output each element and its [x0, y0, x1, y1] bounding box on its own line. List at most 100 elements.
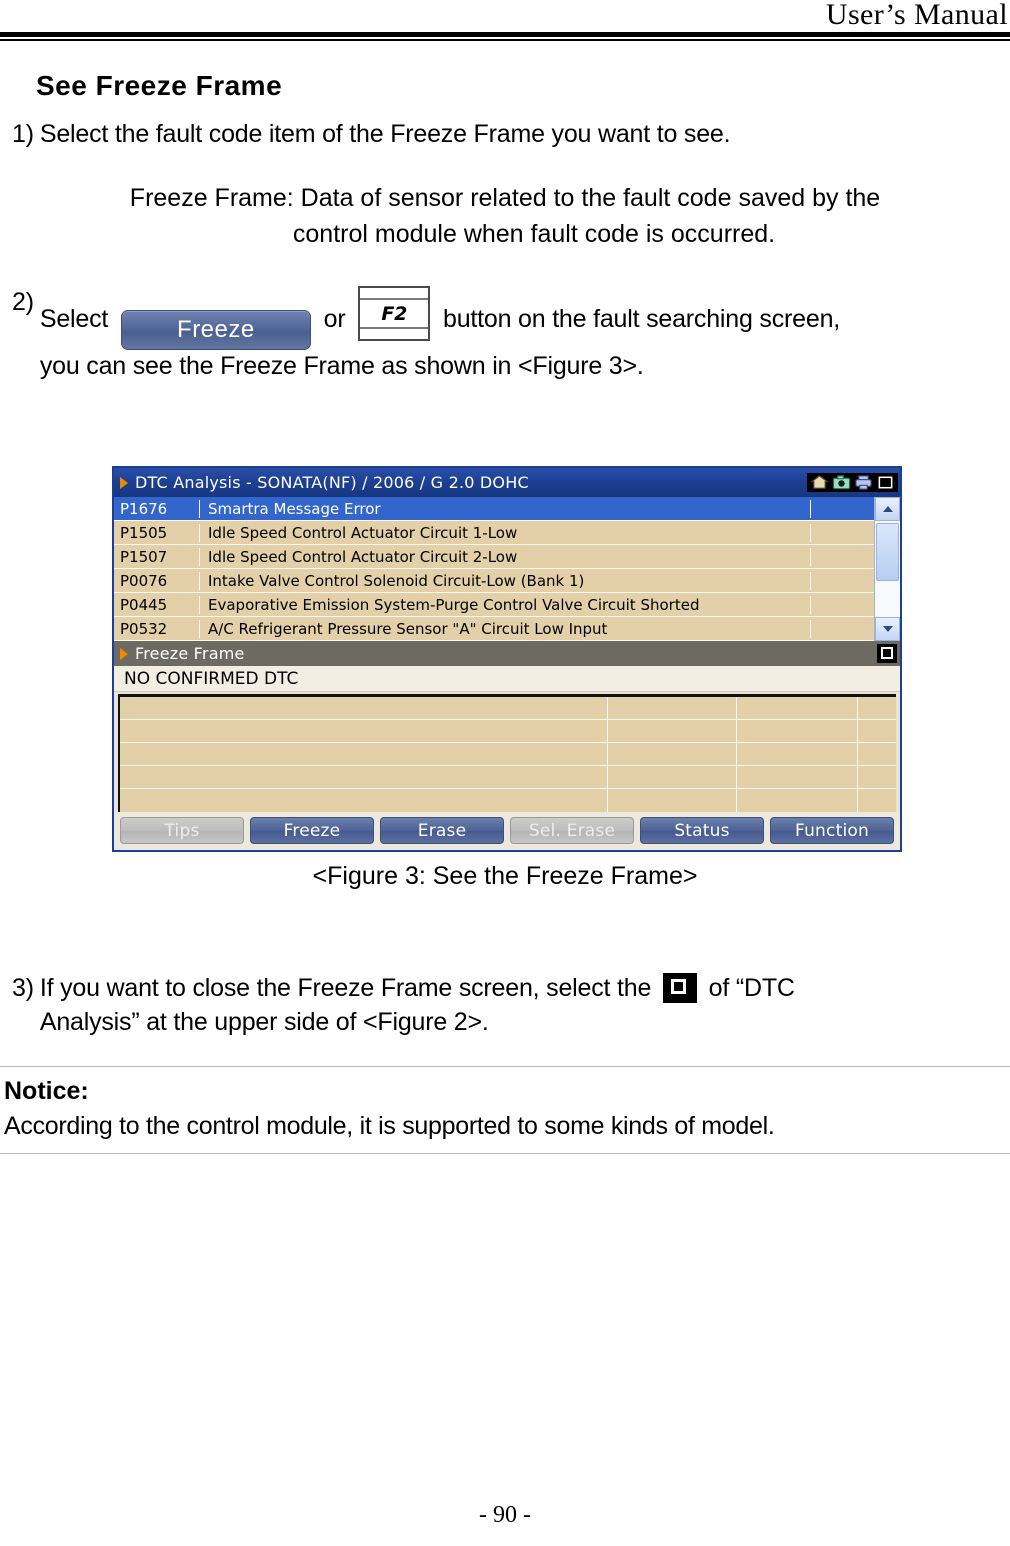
step-2-line-2: you can see the Freeze Frame as shown in… — [39, 352, 644, 381]
triangle-bullet-icon — [120, 476, 128, 489]
table-row[interactable] — [120, 789, 896, 812]
f2-key-label: F2 — [381, 303, 408, 326]
dtc-description: A/C Refrigerant Pressure Sensor "A" Circ… — [200, 619, 811, 638]
table-row[interactable]: P0445 Evaporative Emission System-Purge … — [114, 593, 874, 617]
ff-cell-extra — [858, 743, 896, 765]
ff-cell-value — [608, 697, 737, 719]
step-2-body: Select Freeze or F2 button on the fault … — [40, 286, 1010, 384]
ff-cell-extra — [858, 766, 896, 788]
sel-erase-button[interactable]: Sel. Erase — [510, 817, 634, 844]
freeze-frame-status: NO CONFIRMED DTC — [114, 666, 900, 692]
document-content: See Freeze Frame 1) Select the fault cod… — [0, 48, 1010, 384]
window-title: DTC Analysis - SONATA(NF) / 2006 / G 2.0… — [135, 473, 529, 492]
table-row[interactable]: P1507 Idle Speed Control Actuator Circui… — [114, 545, 874, 569]
table-row[interactable] — [120, 743, 896, 766]
titlebar-icon-group — [807, 473, 898, 492]
triangle-bullet-icon — [120, 647, 128, 660]
camera-icon[interactable] — [832, 474, 851, 491]
ff-cell-unit — [737, 789, 858, 812]
printer-icon[interactable] — [854, 474, 873, 491]
document-tail: 3) If you want to close the Freeze Frame… — [0, 950, 1010, 1154]
ff-cell-extra — [858, 697, 896, 719]
ff-cell-extra — [858, 789, 896, 812]
close-icon[interactable] — [877, 644, 897, 663]
ff-cell-extra — [858, 720, 896, 742]
freeze-button[interactable]: Freeze — [250, 817, 374, 844]
ff-cell-name — [120, 789, 608, 812]
vertical-scrollbar[interactable] — [874, 497, 900, 641]
ff-cell-unit — [737, 720, 858, 742]
table-row[interactable] — [120, 697, 896, 720]
dtc-code: P1676 — [114, 499, 200, 518]
scrollbar-track[interactable] — [875, 521, 900, 617]
freeze-frame-table — [118, 694, 896, 812]
table-row[interactable]: P0532 A/C Refrigerant Pressure Sensor "A… — [114, 617, 874, 641]
step-2-number: 2) — [12, 288, 34, 317]
dtc-list[interactable]: P1676 Smartra Message Error P1505 Idle S… — [114, 497, 900, 641]
notice-block: Notice: According to the control module,… — [0, 1065, 1010, 1154]
page-header-title: User’s Manual — [825, 0, 1008, 31]
freeze-frame-definition: Freeze Frame: Data of sensor related to … — [0, 180, 1010, 253]
freeze-frame-panel-title: Freeze Frame — [135, 644, 245, 663]
table-row[interactable] — [120, 766, 896, 789]
figure-caption: <Figure 3: See the Freeze Frame> — [312, 862, 698, 890]
page-header: User’s Manual — [0, 0, 1010, 41]
ff-cell-name — [120, 766, 608, 788]
dtc-code: P0445 — [114, 595, 200, 614]
header-rule-thin — [0, 39, 1010, 41]
home-icon[interactable] — [810, 474, 829, 491]
dtc-description: Intake Valve Control Solenoid Circuit-Lo… — [200, 571, 811, 590]
step-3-suffix: of “DTC — [708, 974, 795, 1002]
ff-cell-value — [608, 743, 737, 765]
definition-line-1: Freeze Frame: Data of sensor related to … — [129, 183, 881, 212]
scroll-down-button[interactable] — [875, 617, 900, 641]
step-1: 1) Select the fault code item of the Fre… — [12, 118, 1010, 152]
step-2-prefix: Select — [39, 305, 109, 334]
step-1-number: 1) — [12, 120, 34, 148]
table-row[interactable]: P0076 Intake Valve Control Solenoid Circ… — [114, 569, 874, 593]
dtc-description: Smartra Message Error — [200, 499, 811, 518]
scroll-up-button[interactable] — [875, 497, 900, 521]
function-button-bar: Tips Freeze Erase Sel. Erase Status Func… — [114, 812, 900, 850]
freeze-frame-panel-header: Freeze Frame — [114, 641, 900, 666]
notice-title: Notice: — [4, 1076, 89, 1105]
ff-cell-unit — [737, 743, 858, 765]
figure-3: DTC Analysis - SONATA(NF) / 2006 / G 2.0… — [112, 466, 902, 852]
definition-line-2: control module when fault code is occurr… — [292, 220, 776, 248]
dtc-description: Idle Speed Control Actuator Circuit 2-Lo… — [200, 547, 811, 566]
f2-key-icon[interactable]: F2 — [358, 286, 431, 342]
step-3-line-2: Analysis” at the upper side of <Figure 2… — [39, 1007, 489, 1036]
header-rule-thick — [0, 32, 1010, 37]
scrollbar-thumb[interactable] — [876, 523, 899, 581]
dtc-description: Evaporative Emission System-Purge Contro… — [200, 595, 811, 614]
ff-cell-name — [120, 720, 608, 742]
table-row[interactable]: P1505 Idle Speed Control Actuator Circui… — [114, 521, 874, 545]
dtc-list-rows: P1676 Smartra Message Error P1505 Idle S… — [114, 497, 874, 641]
erase-button[interactable]: Erase — [380, 817, 504, 844]
ff-cell-unit — [737, 766, 858, 788]
function-button[interactable]: Function — [770, 817, 894, 844]
dtc-description: Idle Speed Control Actuator Circuit 1-Lo… — [200, 523, 811, 542]
ff-cell-value — [608, 789, 737, 812]
table-row[interactable]: P1676 Smartra Message Error — [114, 497, 874, 521]
dtc-analysis-window: DTC Analysis - SONATA(NF) / 2006 / G 2.0… — [112, 466, 902, 852]
status-button[interactable]: Status — [640, 817, 764, 844]
table-row[interactable] — [120, 720, 896, 743]
inline-freeze-button[interactable]: Freeze — [120, 310, 311, 351]
dtc-code: P0532 — [114, 619, 200, 638]
step-3: 3) If you want to close the Freeze Frame… — [12, 972, 1010, 1040]
dtc-code: P0076 — [114, 571, 200, 590]
chevron-up-icon — [882, 506, 893, 512]
close-icon[interactable] — [662, 973, 697, 1003]
ff-cell-value — [608, 766, 737, 788]
page-footer: - 90 - — [479, 1502, 531, 1528]
ff-cell-name — [120, 697, 608, 719]
step-3-number: 3) — [12, 974, 34, 1002]
window-titlebar: DTC Analysis - SONATA(NF) / 2006 / G 2.0… — [114, 468, 900, 497]
page-title: See Freeze Frame — [36, 70, 283, 101]
ff-cell-value — [608, 720, 737, 742]
step-1-text: Select the fault code item of the Freeze… — [39, 120, 731, 148]
restore-icon[interactable] — [876, 474, 895, 491]
f2-key-line-bottom — [360, 327, 429, 330]
tips-button[interactable]: Tips — [120, 817, 244, 844]
